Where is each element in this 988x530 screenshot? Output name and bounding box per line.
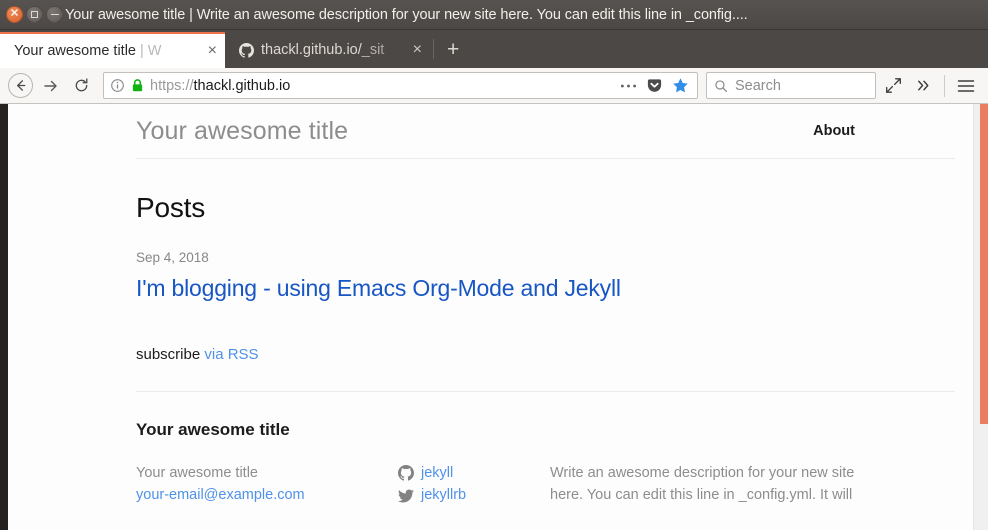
post-list: Sep 4, 2018 I'm blogging - using Emacs O… xyxy=(136,249,955,302)
rss-link[interactable]: via RSS xyxy=(204,346,258,363)
close-icon: ✕ xyxy=(9,7,20,20)
window-close-button[interactable]: ✕ xyxy=(6,6,23,23)
social-link-github[interactable]: jekyll xyxy=(421,462,453,484)
url-bar[interactable]: https://thackl.github.io xyxy=(103,72,698,99)
star-icon[interactable] xyxy=(672,77,689,94)
search-bar[interactable]: Search xyxy=(706,72,876,99)
window-minimize-button[interactable] xyxy=(46,6,63,23)
tab-label: Your awesome title | W xyxy=(14,43,162,59)
social-item-github: jekyll xyxy=(398,462,550,484)
window-maximize-button[interactable] xyxy=(26,6,43,23)
tab-strip: Your awesome title | W × thackl.github.i… xyxy=(0,30,988,68)
contact-email-item: your-email@example.com xyxy=(136,484,398,506)
github-icon xyxy=(239,42,254,58)
contact-email-link[interactable]: your-email@example.com xyxy=(136,487,305,503)
ellipsis-icon[interactable] xyxy=(620,83,637,89)
post-link[interactable]: I'm blogging - using Emacs Org-Mode and … xyxy=(136,275,955,302)
footer-contact-column: Your awesome title your-email@example.co… xyxy=(136,462,398,507)
site-footer: Your awesome title Your awesome title yo… xyxy=(136,391,955,507)
page-viewport: Your awesome title About Posts Sep 4, 20… xyxy=(0,104,988,530)
tab-separator xyxy=(433,39,434,59)
github-icon xyxy=(398,465,414,481)
tab-label: thackl.github.io/_sit xyxy=(261,42,385,58)
page-scrollbar[interactable] xyxy=(973,104,988,530)
social-list: jekyll jekyllrb xyxy=(398,462,550,507)
page-wrapper: Your awesome title About Posts Sep 4, 20… xyxy=(118,104,973,507)
tab-your-awesome-title[interactable]: Your awesome title | W × xyxy=(0,32,225,68)
pocket-icon[interactable] xyxy=(646,77,663,94)
post-date: Sep 4, 2018 xyxy=(136,250,209,265)
subscribe-line: subscribe via RSS xyxy=(136,346,955,363)
footer-heading: Your awesome title xyxy=(136,420,290,439)
toolbar-separator xyxy=(944,74,945,97)
site-header: Your awesome title About xyxy=(136,104,955,159)
minimize-icon xyxy=(50,13,59,16)
url-action-icons xyxy=(620,77,691,94)
site-title[interactable]: Your awesome title xyxy=(136,117,348,146)
search-input[interactable]: Search xyxy=(735,78,781,94)
window-controls: ✕ xyxy=(6,6,63,23)
twitter-icon xyxy=(398,488,414,504)
footer-columns: Your awesome title your-email@example.co… xyxy=(136,462,955,507)
page-content: Posts Sep 4, 2018 I'm blogging - using E… xyxy=(136,159,955,363)
window-titlebar: ✕ Your awesome title | Write an awesome … xyxy=(0,0,988,30)
toolbar-right-controls xyxy=(879,72,980,100)
scrollbar-thumb[interactable] xyxy=(980,104,988,424)
forward-arrow-icon[interactable] xyxy=(36,72,64,100)
lock-icon[interactable] xyxy=(131,78,144,93)
double-chevron-right-icon[interactable] xyxy=(909,72,937,100)
footer-description: Write an awesome description for your ne… xyxy=(550,465,855,504)
maximize-icon xyxy=(31,11,38,18)
new-tab-button[interactable]: + xyxy=(437,39,469,60)
back-arrow-icon[interactable] xyxy=(8,73,33,98)
footer-description-column: Write an awesome description for your ne… xyxy=(550,462,890,507)
page-title: Posts xyxy=(136,192,206,223)
nav-link-about[interactable]: About xyxy=(813,123,855,139)
footer-social-column: jekyll jekyllrb xyxy=(398,462,550,507)
site-nav: About xyxy=(813,122,855,140)
window-title: Your awesome title | Write an awesome de… xyxy=(65,6,748,23)
tab-thackl-github-io[interactable]: thackl.github.io/_sit × xyxy=(225,32,430,68)
post-list-item: Sep 4, 2018 I'm blogging - using Emacs O… xyxy=(136,249,955,302)
browser-toolbar: https://thackl.github.io Search xyxy=(0,68,988,104)
rendered-page: Your awesome title About Posts Sep 4, 20… xyxy=(8,104,973,530)
page-info-icon[interactable] xyxy=(110,78,125,93)
subscribe-label: subscribe xyxy=(136,346,201,363)
social-link-twitter[interactable]: jekyllrb xyxy=(421,484,466,506)
url-text: https://thackl.github.io xyxy=(150,77,291,94)
viewport-left-gutter xyxy=(0,104,8,530)
expand-arrows-icon[interactable] xyxy=(879,72,907,100)
contact-list: Your awesome title your-email@example.co… xyxy=(136,462,398,507)
tab-close-icon[interactable]: × xyxy=(411,42,424,58)
search-icon xyxy=(714,79,728,93)
social-item-twitter: jekyllrb xyxy=(398,484,550,506)
tab-close-icon[interactable]: × xyxy=(206,43,219,59)
hamburger-menu-icon[interactable] xyxy=(952,72,980,100)
reload-icon[interactable] xyxy=(67,72,95,100)
contact-name: Your awesome title xyxy=(136,465,258,481)
